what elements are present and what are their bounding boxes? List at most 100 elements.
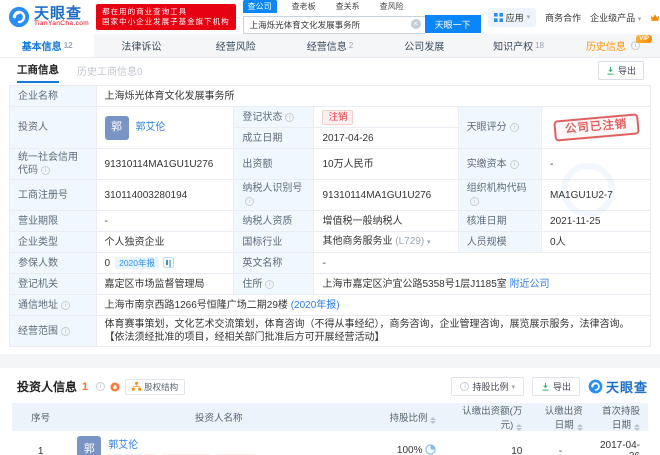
business-info-card: 工商信息 历史工商信息0 导出 企业名称 上海烁光体育文化发展事务所 投资人 郭… (0, 58, 660, 354)
label-text: 住所 (242, 278, 263, 290)
info-icon[interactable]: i (509, 123, 519, 132)
row-investor: 郭 郭艾伦 受益所有人 实际控制人 控股股东 (69, 431, 369, 455)
col-first-holding-date[interactable]: 首次持股日期 (590, 403, 648, 431)
subtab-history-business-info[interactable]: 历史工商信息0 (77, 63, 143, 78)
insured-value: 0 2020年报 (95, 252, 235, 274)
paid-capital-value: - (541, 148, 651, 180)
search-tab-risk[interactable]: 查风险 (375, 0, 409, 13)
info-icon[interactable]: i (61, 326, 70, 336)
apps-menu[interactable]: 应用 ▾ (487, 7, 537, 27)
annual-report-chart-icon[interactable] (163, 256, 175, 268)
search-button[interactable]: 天眼一下 (424, 15, 481, 33)
investors-card: 投资人信息 1 i 股权结构 i 持股比例 ▾ 导出 天眼查 序号 投资人名称 … (0, 368, 660, 455)
reg-status-value: 注销 (313, 106, 459, 128)
section-nav: 基本信息 12 法律诉讼 经营风险 经营信息 2 公司发展 知识产权 18 历史信息 … (0, 34, 660, 58)
approve-date-label: 核准日期 (457, 210, 543, 232)
sort-icon[interactable] (516, 424, 523, 431)
annual-report-badge[interactable]: 2020年报 (115, 256, 160, 269)
table-row: 通信地址 i 上海市南京西路1266号恒隆广场二期29楼 (2020年报) (9, 294, 652, 316)
label-text: 天眼评分 (466, 122, 507, 133)
tab-label: 公司发展 (404, 42, 445, 53)
row-first-date: 2017-04-26 (590, 431, 648, 455)
tab-operating-info[interactable]: 经营信息 2 (283, 34, 377, 57)
industry-code: (L729) (395, 236, 425, 247)
tianyancha-swirl-icon (588, 379, 603, 394)
col-label: 认缴出资额(万元) (462, 406, 523, 431)
nearby-companies-link[interactable]: 附近公司 (510, 279, 550, 290)
row-amount: 10 (444, 431, 531, 455)
chevron-down-icon[interactable]: ▾ (427, 239, 431, 246)
export-button[interactable]: 导出 (597, 61, 644, 80)
info-icon[interactable]: i (245, 197, 255, 206)
tab-company-development[interactable]: 公司发展 (377, 34, 471, 57)
investors-table: 序号 投资人名称 持股比例 认缴出资额(万元) 认缴出资日期 首次持股日期 1 … (12, 403, 648, 455)
status-badge: 注销 (322, 109, 354, 125)
investor-name-link[interactable]: 郭艾伦 (136, 121, 166, 134)
info-icon[interactable]: i (61, 300, 70, 310)
sort-icon[interactable] (634, 424, 640, 431)
industry-text: 其他商务服务业 (322, 236, 393, 247)
investor-label: 投资人 (9, 106, 97, 149)
annual-report-link[interactable]: (2020年报) (291, 300, 340, 311)
address-label: 住所 i (233, 273, 315, 295)
tianyancha-logo[interactable]: 天眼查 TianYanCha.com (8, 6, 89, 28)
table-row: 企业名称 上海烁光体育文化发展事务所 (9, 85, 652, 107)
equity-structure-button[interactable]: 股权结构 (125, 378, 186, 395)
tab-legal[interactable]: 法律诉讼 (94, 34, 188, 57)
reg-status-label: 登记状态 i (233, 106, 315, 128)
reg-no-label: 工商注册号 (9, 179, 97, 211)
search-tab-company[interactable]: 查公司 (242, 0, 277, 13)
tab-history-info[interactable]: 历史信息 i VIP (566, 34, 660, 57)
col-subscribed-date[interactable]: 认缴出资日期 (530, 403, 591, 431)
address-text: 上海市嘉定区沪宜公路5358号1层J1185室 (322, 278, 507, 290)
sort-icon[interactable] (430, 417, 437, 424)
search-tab-relation[interactable]: 查关系 (331, 0, 365, 13)
deregistered-stamp: 公司已注销 (552, 113, 640, 142)
menu-cooperation[interactable]: 商务合作 (545, 11, 581, 24)
industry-label: 国标行业 (233, 231, 315, 253)
info-icon[interactable]: i (469, 197, 479, 206)
info-icon[interactable]: i (41, 166, 50, 175)
tab-label: 基本信息 (21, 42, 62, 53)
mail-address-text: 上海市南京西路1266号恒隆广场二期29楼 (104, 299, 288, 311)
search-input[interactable] (242, 16, 425, 34)
tab-operating-risk[interactable]: 经营风险 (189, 34, 283, 57)
menu-enterprise[interactable]: 企业级产品 ▾ (590, 11, 641, 24)
chevron-down-icon: ▾ (637, 15, 642, 23)
subtab-business-info[interactable]: 工商信息 (17, 58, 59, 83)
tab-label: 经营信息 (306, 42, 347, 53)
sort-icon[interactable] (576, 424, 583, 431)
info-icon[interactable]: i (509, 159, 519, 169)
crown-icon (651, 13, 660, 21)
enterprise-label: 企业级产品 (590, 12, 636, 23)
equity-pie-icon[interactable] (425, 444, 437, 455)
equity-structure-icon (132, 382, 142, 391)
info-icon[interactable]: i (96, 382, 106, 391)
investor-name-link[interactable]: 郭艾伦 (108, 440, 138, 451)
promo-banner: 都在用的商业查询工具 国家中小企业发展子基金旗下机构 (96, 4, 236, 30)
label-text: 通信地址 (18, 299, 58, 311)
clear-icon[interactable]: × (410, 19, 421, 29)
tab-intellectual-property[interactable]: 知识产权 18 (471, 34, 565, 57)
col-no: 序号 (12, 403, 70, 431)
mail-address-value: 上海市南京西路1266号恒隆广场二期29楼 (2020年报) (95, 294, 652, 316)
address-value: 上海市嘉定区沪宜公路5358号1层J1185室 附近公司 (313, 273, 651, 295)
info-icon[interactable]: i (265, 279, 275, 289)
row-no: 1 (12, 431, 70, 455)
export-button[interactable]: 导出 (531, 377, 580, 396)
search-tab-boss[interactable]: 查老板 (287, 0, 321, 13)
en-name-label: 英文名称 (233, 252, 315, 274)
info-icon[interactable]: i (285, 112, 295, 122)
col-subscribed-amount[interactable]: 认缴出资额(万元) (444, 403, 531, 431)
company-type-label: 企业类型 (9, 231, 97, 253)
tab-basic-info[interactable]: 基本信息 12 (0, 34, 95, 57)
mail-address-label: 通信地址 i (9, 294, 97, 316)
est-date-label: 成立日期 (233, 127, 315, 149)
open-vip-button[interactable]: 开通会员 ▾ (650, 11, 660, 24)
shareholding-ratio-button[interactable]: i 持股比例 ▾ (451, 377, 524, 396)
taxpayer-quali-value: 增值税一般纳税人 (313, 210, 459, 232)
grid-icon (493, 12, 503, 22)
col-ratio[interactable]: 持股比例 (368, 403, 445, 431)
tab-label: 知识产权 (493, 42, 534, 53)
